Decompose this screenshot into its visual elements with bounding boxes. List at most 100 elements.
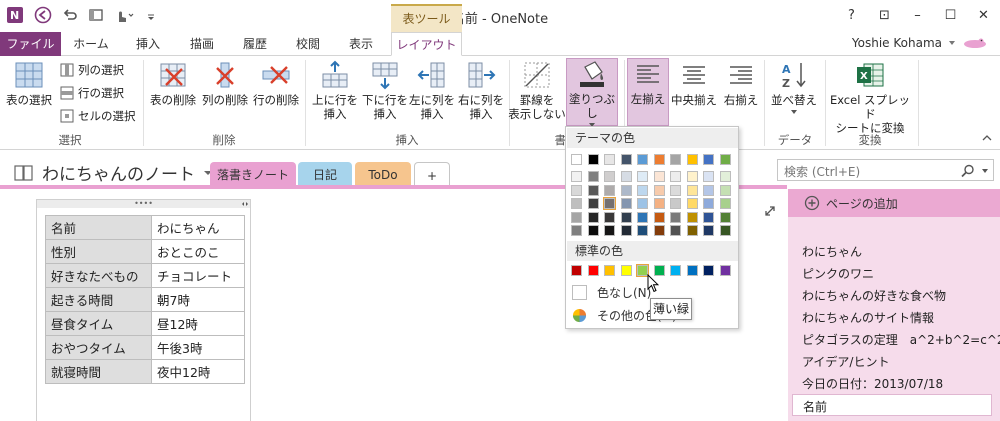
close-button[interactable]: ✕ [967,0,1000,30]
align-right-button[interactable]: 右揃え [720,60,762,107]
theme-shade-swatch[interactable] [587,171,599,182]
theme-shade-swatch[interactable] [670,225,681,236]
note-outline-container[interactable]: •••• 名前 わにちゃん 性別 おとこのこ 好きなたべもの チョコレート 起きる時間 朝7時… [36,199,251,421]
page-item[interactable]: わにちゃん [802,243,862,260]
delete-table-button[interactable]: 表の削除 [148,60,198,107]
standard-color-swatch[interactable] [703,265,714,276]
theme-shade-swatch[interactable] [653,225,665,236]
theme-shade-swatch[interactable] [571,184,582,196]
tab-review[interactable]: 校閲 [282,32,334,56]
add-page-button[interactable]: ページの追加 [788,189,1000,217]
theme-shade-swatch[interactable] [703,184,714,196]
theme-shade-swatch[interactable] [637,211,648,223]
minimize-button[interactable]: – [901,0,934,30]
theme-shade-swatch[interactable] [637,198,648,209]
no-color-option[interactable]: 色なし(N) [572,284,651,301]
insert-column-left-button[interactable]: 左に列を 挿入 [408,60,456,121]
table-cell-value[interactable]: 昼12時 [151,311,245,336]
table-cell-key[interactable]: 性別 [45,239,152,264]
theme-shade-swatch[interactable] [653,211,665,223]
standard-color-swatch[interactable] [587,265,599,276]
table-cell-value[interactable]: 夜中12時 [151,359,245,384]
theme-shade-swatch[interactable] [719,225,731,236]
tab-home[interactable]: ホーム [63,32,119,56]
touch-mode-icon[interactable] [114,7,136,23]
table-cell-key[interactable]: 起きる時間 [45,287,152,312]
help-button[interactable]: ? [835,0,868,30]
undo-icon[interactable] [62,7,78,23]
theme-shade-swatch[interactable] [571,198,582,209]
theme-shade-swatch[interactable] [587,184,599,196]
theme-color-swatch[interactable] [620,154,632,165]
standard-color-swatch[interactable] [571,265,582,276]
back-icon[interactable] [34,6,52,24]
align-left-button[interactable]: 左揃え [627,58,669,126]
table-cell-key[interactable]: 就寝時間 [45,359,152,384]
theme-color-swatch[interactable] [604,154,615,165]
theme-color-swatch[interactable] [686,154,698,165]
theme-shade-swatch[interactable] [703,171,714,182]
theme-color-swatch[interactable] [571,154,582,165]
theme-shade-swatch[interactable] [686,211,698,223]
standard-color-swatch[interactable] [620,265,632,276]
table-cell-key[interactable]: 名前 [45,215,152,240]
theme-shade-swatch[interactable] [719,184,731,196]
outline-move-handle[interactable]: •••• [37,200,250,208]
theme-shade-swatch[interactable] [670,184,681,196]
tab-view[interactable]: 表示 [335,32,387,56]
theme-color-swatch[interactable] [653,154,665,165]
table-cell-value[interactable]: おとこのこ [151,239,245,264]
select-row-button[interactable]: 行の選択 [60,85,124,101]
insert-row-above-button[interactable]: 上に行を 挿入 [310,60,360,121]
theme-shade-swatch[interactable] [571,171,582,182]
theme-shade-swatch[interactable] [653,198,665,209]
convert-to-excel-button[interactable]: X Excel スプレッド シートに変換 [828,60,912,135]
theme-shade-swatch[interactable] [603,197,616,210]
table-cell-value[interactable]: わにちゃん [151,215,245,240]
sort-button[interactable]: AZ 並べ替え [768,60,820,118]
page-item[interactable]: ピンクのワニ [802,265,874,282]
expand-page-icon[interactable] [764,205,776,217]
theme-shade-swatch[interactable] [719,198,731,209]
theme-shade-swatch[interactable] [637,225,648,236]
customize-qat-icon[interactable] [146,7,156,23]
standard-color-swatch[interactable] [604,265,615,276]
theme-shade-swatch[interactable] [571,211,582,223]
theme-shade-swatch[interactable] [604,171,615,182]
page-item[interactable]: 今日の日付：2013/07/18 [802,375,943,392]
theme-shade-swatch[interactable] [587,225,599,236]
theme-shade-swatch[interactable] [703,198,714,209]
resize-handle-icon[interactable] [241,200,249,208]
table-cell-value[interactable]: チョコレート [151,263,245,288]
theme-shade-swatch[interactable] [686,198,698,209]
tab-file[interactable]: ファイル [0,32,61,56]
standard-color-swatch[interactable] [719,265,731,276]
theme-shade-swatch[interactable] [703,225,714,236]
theme-shade-swatch[interactable] [587,198,599,209]
theme-shade-swatch[interactable] [637,171,648,182]
select-table-button[interactable]: 表の選択 [4,60,54,107]
theme-color-swatch[interactable] [637,154,648,165]
theme-shade-swatch[interactable] [604,225,615,236]
theme-shade-swatch[interactable] [703,211,714,223]
theme-shade-swatch[interactable] [604,184,615,196]
table-cell-key[interactable]: 昼食タイム [45,311,152,336]
theme-shade-swatch[interactable] [670,211,681,223]
dock-icon[interactable] [88,7,104,23]
theme-shade-swatch[interactable] [620,211,632,223]
maximize-button[interactable]: ☐ [934,0,967,30]
table-cell-value[interactable]: 午後3時 [151,335,245,360]
theme-shade-swatch[interactable] [571,225,582,236]
delete-row-button[interactable]: 行の削除 [252,60,300,107]
standard-color-swatch[interactable] [670,265,681,276]
theme-shade-swatch[interactable] [653,171,665,182]
search-input[interactable]: 検索 (Ctrl+E) [777,159,994,181]
delete-column-button[interactable]: 列の削除 [200,60,250,107]
theme-shade-swatch[interactable] [670,171,681,182]
chevron-down-icon[interactable] [981,168,989,174]
theme-color-swatch[interactable] [587,154,599,165]
page-item[interactable]: ピタゴラスの定理 a^2+b^2=c^2 [802,331,1000,348]
theme-shade-swatch[interactable] [604,211,615,223]
theme-color-swatch[interactable] [670,154,681,165]
ribbon-display-button[interactable]: ⊡ [868,0,901,30]
